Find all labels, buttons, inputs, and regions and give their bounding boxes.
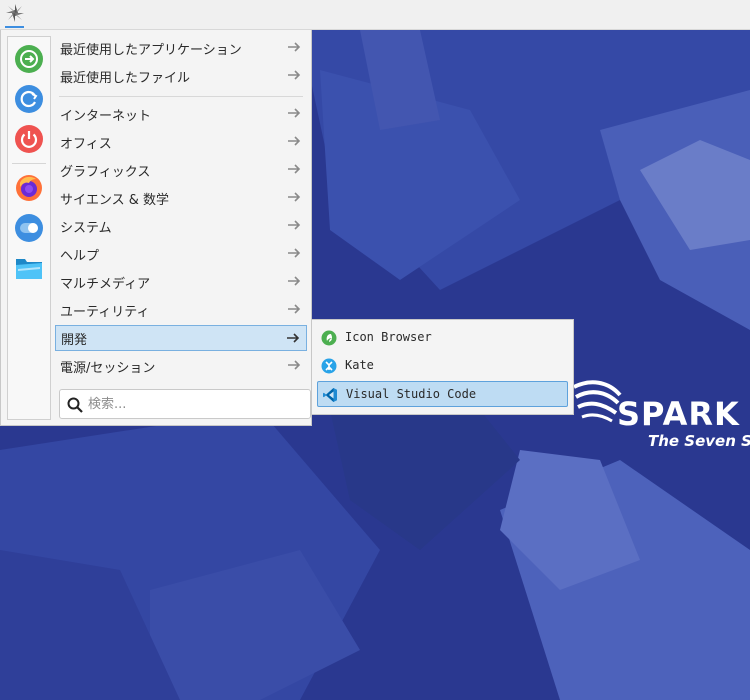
arrow-right-icon	[288, 220, 301, 230]
submenu-item-label: Kate	[345, 358, 374, 372]
submenu-item-label: Icon Browser	[345, 330, 432, 344]
icon-browser-icon	[321, 330, 337, 346]
top-panel	[0, 0, 750, 30]
launcher-active-indicator	[5, 26, 24, 28]
brand-tagline: The Seven Sis	[648, 432, 750, 450]
search-icon	[67, 397, 83, 413]
arrow-right-icon	[288, 192, 301, 202]
search-box	[59, 389, 311, 419]
category-power-session[interactable]: 電源/セッション	[55, 353, 307, 379]
arrow-right-icon	[288, 248, 301, 258]
favorites-column	[7, 36, 51, 420]
vscode-icon	[323, 388, 337, 402]
category-label: ユーティリティ	[60, 304, 150, 320]
category-development[interactable]: 開発	[55, 325, 307, 351]
development-submenu: Icon Browser Kate Visual Studio Code	[311, 319, 574, 415]
category-label: ヘルプ	[60, 248, 100, 264]
category-label: 最近使用したファイル	[60, 70, 191, 86]
brand-wordmark: SPARK	[617, 395, 740, 433]
arrow-right-icon	[287, 333, 300, 343]
category-science-math[interactable]: サイエンス & 数学	[55, 185, 307, 211]
kate-icon	[321, 358, 337, 374]
category-help[interactable]: ヘルプ	[55, 241, 307, 267]
category-multimedia[interactable]: マルチメディア	[55, 269, 307, 295]
toggle-settings-icon[interactable]	[14, 213, 44, 243]
category-label: グラフィックス	[60, 164, 151, 180]
submenu-item-icon-browser[interactable]: Icon Browser	[317, 325, 568, 351]
arrow-right-icon	[288, 42, 301, 52]
arrow-right-icon	[288, 360, 301, 370]
category-divider	[59, 96, 303, 97]
submenu-item-kate[interactable]: Kate	[317, 353, 568, 379]
arrow-right-icon	[288, 108, 301, 118]
arrow-right-icon	[288, 164, 301, 174]
category-label: 電源/セッション	[60, 360, 156, 376]
logout-icon[interactable]	[14, 44, 44, 74]
category-internet[interactable]: インターネット	[55, 101, 307, 127]
category-label: システム	[60, 220, 112, 236]
firefox-icon[interactable]	[14, 173, 44, 203]
category-recent-files[interactable]: 最近使用したファイル	[55, 63, 307, 89]
power-icon[interactable]	[14, 124, 44, 154]
category-utilities[interactable]: ユーティリティ	[55, 297, 307, 323]
category-label: 最近使用したアプリケーション	[60, 42, 242, 58]
application-menu: 最近使用したアプリケーション 最近使用したファイル インターネット オフィス グ…	[0, 30, 312, 426]
category-label: オフィス	[60, 136, 112, 152]
category-graphics[interactable]: グラフィックス	[55, 157, 307, 183]
category-office[interactable]: オフィス	[55, 129, 307, 155]
restart-icon[interactable]	[14, 84, 44, 114]
submenu-item-vscode[interactable]: Visual Studio Code	[317, 381, 568, 407]
arrow-right-icon	[288, 136, 301, 146]
submenu-item-label: Visual Studio Code	[346, 387, 477, 401]
arrow-right-icon	[288, 304, 301, 314]
file-manager-icon[interactable]	[14, 253, 44, 283]
category-label: インターネット	[60, 108, 152, 124]
category-label: サイエンス & 数学	[60, 192, 170, 208]
search-input[interactable]	[88, 394, 303, 414]
sparky-launcher-icon	[6, 4, 24, 22]
category-recent-applications[interactable]: 最近使用したアプリケーション	[55, 35, 307, 61]
arrow-right-icon	[288, 276, 301, 286]
category-label: 開発	[61, 332, 88, 348]
menu-launcher-button[interactable]	[4, 3, 26, 27]
favorites-divider	[12, 163, 46, 164]
category-system[interactable]: システム	[55, 213, 307, 239]
arrow-right-icon	[288, 70, 301, 80]
category-label: マルチメディア	[60, 276, 151, 292]
